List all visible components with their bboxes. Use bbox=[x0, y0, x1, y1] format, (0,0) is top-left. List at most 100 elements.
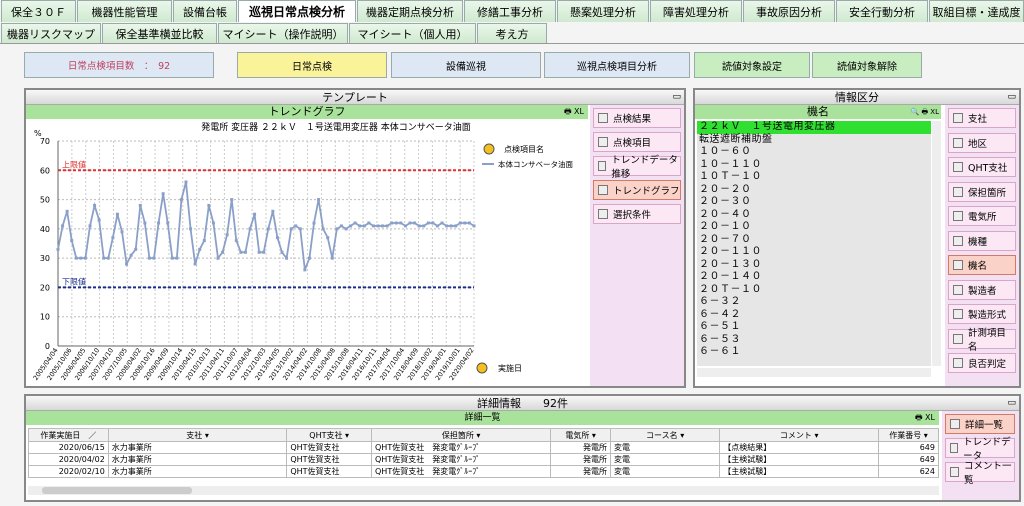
column-header[interactable]: コース名 ▾ bbox=[609, 428, 721, 442]
kimei-list-item[interactable]: ６－６１ bbox=[697, 346, 931, 359]
kimei-list-item[interactable]: ６－５３ bbox=[697, 334, 931, 347]
print-excel-icons[interactable]: 🖶 XL bbox=[915, 411, 935, 425]
side-button[interactable]: 機種 bbox=[948, 230, 1016, 251]
list-icon bbox=[953, 284, 963, 295]
kimei-list-item[interactable]: ２２ｋＶ １号送電用変圧器 bbox=[697, 121, 931, 134]
kimei-list-item[interactable]: ２０－２０ bbox=[697, 184, 931, 197]
side-button[interactable]: トレンドデータ bbox=[945, 437, 1015, 462]
tab-jiko-genin[interactable]: 事故原因分析 bbox=[743, 0, 835, 22]
column-header[interactable]: 作業番号 ▾ bbox=[878, 428, 939, 442]
column-header[interactable]: コメント ▾ bbox=[719, 428, 880, 442]
data-point bbox=[349, 224, 353, 228]
tab-kenan-shori[interactable]: 懸案処理分析 bbox=[557, 0, 649, 22]
tab-kiki-seino[interactable]: 機器性能管理 bbox=[77, 0, 172, 22]
kimei-list-item[interactable]: ６－５１ bbox=[697, 321, 931, 334]
kimei-list-item[interactable]: ２０－３０ bbox=[697, 196, 931, 209]
side-button[interactable]: 支社 bbox=[948, 108, 1016, 128]
side-button[interactable]: QHT支社 bbox=[948, 157, 1016, 177]
tab-mysheet-kojin[interactable]: マイシート（個人用） bbox=[349, 23, 476, 43]
data-point bbox=[216, 256, 220, 260]
minimize-icon[interactable]: ▭ bbox=[1007, 396, 1016, 411]
tab-torikumi-mokuhyo[interactable]: 取組目標・達成度 bbox=[929, 0, 1024, 22]
yomichi-clear-button[interactable]: 読値対象解除 bbox=[812, 52, 922, 78]
search-print-excel-icons[interactable]: 🔍 🖶 XL bbox=[911, 105, 939, 119]
kimei-list-item[interactable]: １０Ｔ－１０ bbox=[697, 171, 931, 184]
detail-hscrollbar[interactable] bbox=[28, 486, 939, 495]
kimei-list-item[interactable]: ２０－１４０ bbox=[697, 271, 931, 284]
kimei-list-item[interactable]: ２０－７０ bbox=[697, 234, 931, 247]
detail-panel: 詳細情報 92件 ▭ 詳細一覧 🖶 XL 作業実施日 ／支社 ▾ QHT支社 ▾ 保担箇… bbox=[24, 394, 1021, 502]
side-button[interactable]: 機名 bbox=[948, 255, 1016, 275]
table-cell: 発電所 bbox=[550, 465, 611, 478]
print-excel-icons[interactable]: 🖶 XL bbox=[564, 105, 584, 119]
tab-mysheet-setsumei[interactable]: マイシート（操作説明） bbox=[218, 23, 348, 43]
list-icon bbox=[953, 113, 963, 123]
kimei-list-item[interactable]: ６－４２ bbox=[697, 309, 931, 322]
yomichi-set-button[interactable]: 読値対象設定 bbox=[694, 52, 810, 78]
data-point bbox=[61, 224, 65, 228]
side-button[interactable]: 製造形式 bbox=[948, 304, 1016, 324]
list-vscrollbar[interactable] bbox=[932, 121, 941, 366]
side-button[interactable]: 地区 bbox=[948, 132, 1016, 153]
data-point bbox=[426, 221, 430, 225]
kimei-list-item[interactable]: １０－６０ bbox=[697, 146, 931, 159]
trend-graph-header: トレンドグラフ 🖶 XL bbox=[26, 105, 588, 119]
kimei-list-item[interactable]: ２０Ｔ－１０ bbox=[697, 284, 931, 297]
tab-risk-map[interactable]: 機器リスクマップ bbox=[1, 23, 101, 43]
data-point bbox=[317, 198, 321, 202]
data-point bbox=[385, 224, 389, 228]
list-icon bbox=[950, 443, 959, 453]
tab-junshi-nichijo[interactable]: 巡視日常点検分析 bbox=[238, 0, 356, 22]
side-button[interactable]: 製造者 bbox=[948, 279, 1016, 300]
list-icon bbox=[953, 333, 963, 344]
minimize-icon[interactable]: ▭ bbox=[1007, 90, 1016, 105]
column-header[interactable]: QHT支社 ▾ bbox=[286, 428, 372, 442]
tab-kangaekata[interactable]: 考え方 bbox=[477, 23, 547, 43]
tab-setsubi-daicho[interactable]: 設備台帳 bbox=[173, 0, 237, 22]
side-tenken-kekka[interactable]: 点検結果 bbox=[593, 108, 681, 128]
side-button[interactable]: 良否判定 bbox=[948, 353, 1016, 373]
side-trend-graph[interactable]: トレンドグラフ bbox=[593, 180, 681, 200]
table-row[interactable]: 2020/04/02 水力事業所 QHT佐賀支社 QHT佐賀支社 発変電ｸﾞﾙｰﾌﾟ発… bbox=[28, 453, 939, 466]
table-row[interactable]: 2020/02/10 水力事業所 QHT佐賀支社 QHT佐賀支社 発変電ｸﾞﾙｰﾌﾟ発… bbox=[28, 465, 939, 478]
side-button[interactable]: 保担箇所 bbox=[948, 181, 1016, 202]
column-header[interactable]: 電気所 ▾ bbox=[550, 428, 611, 442]
nichijo-tenken-button[interactable]: 日常点検 bbox=[237, 52, 387, 78]
data-point bbox=[394, 221, 398, 225]
column-header[interactable]: 保担箇所 ▾ bbox=[370, 428, 552, 442]
tab-anzen-kodo[interactable]: 安全行動分析 bbox=[836, 0, 928, 22]
data-point bbox=[330, 256, 334, 260]
side-button[interactable]: 計測項目名 bbox=[948, 328, 1016, 353]
kimei-list-item[interactable]: ６－３２ bbox=[697, 296, 931, 309]
side-sentaku-joken[interactable]: 選択条件 bbox=[593, 204, 681, 224]
column-header[interactable]: 支社 ▾ bbox=[107, 428, 288, 442]
kimei-list-item[interactable]: １０－１１０ bbox=[697, 159, 931, 172]
side-button[interactable]: 詳細一覧 bbox=[945, 414, 1015, 434]
y-tick-label: 70 bbox=[40, 137, 50, 146]
side-button[interactable]: コメント一覧 bbox=[945, 461, 1015, 486]
side-tenken-komoku[interactable]: 点検項目 bbox=[593, 132, 681, 152]
tab-shuzen-koji[interactable]: 修繕工事分析 bbox=[464, 0, 556, 22]
data-point bbox=[239, 250, 243, 254]
tab-hozen30f[interactable]: 保全３０Ｆ bbox=[1, 0, 76, 22]
detail-side-menu: 詳細一覧トレンドデータ コメント一覧 bbox=[942, 411, 1019, 500]
kimei-list-item[interactable]: ２０－１０ bbox=[697, 221, 931, 234]
tab-shogai-shori[interactable]: 障害処理分析 bbox=[650, 0, 742, 22]
side-trend-data[interactable]: トレンドデータ推移 bbox=[593, 155, 681, 180]
list-hscrollbar[interactable] bbox=[697, 368, 931, 377]
junshi-item-analysis-button[interactable]: 巡視点検項目分析 bbox=[544, 52, 690, 78]
column-header[interactable]: 作業実施日 ／ bbox=[28, 428, 109, 442]
kimei-list-item[interactable]: ２０－４０ bbox=[697, 209, 931, 222]
data-point bbox=[353, 221, 357, 225]
tab-hozen-kijun[interactable]: 保全基準横並比較 bbox=[102, 23, 217, 43]
legend-dropdown-icon bbox=[483, 143, 495, 155]
kimei-list-item[interactable]: ２０－１３０ bbox=[697, 259, 931, 272]
minimize-icon[interactable]: ▭ bbox=[672, 90, 681, 105]
tab-kiki-teiki[interactable]: 機器定期点検分析 bbox=[357, 0, 463, 22]
scroll-thumb[interactable] bbox=[42, 487, 192, 494]
side-button[interactable]: 電気所 bbox=[948, 206, 1016, 226]
setsubi-junshi-button[interactable]: 設備巡視 bbox=[391, 52, 541, 78]
kimei-list-item[interactable]: 転送遮断補助盤 bbox=[697, 134, 931, 147]
kimei-list-item[interactable]: ２０－１１０ bbox=[697, 246, 931, 259]
table-row[interactable]: 2020/06/15 水力事業所 QHT佐賀支社 QHT佐賀支社 発変電ｸﾞﾙｰﾌﾟ発… bbox=[28, 441, 939, 454]
